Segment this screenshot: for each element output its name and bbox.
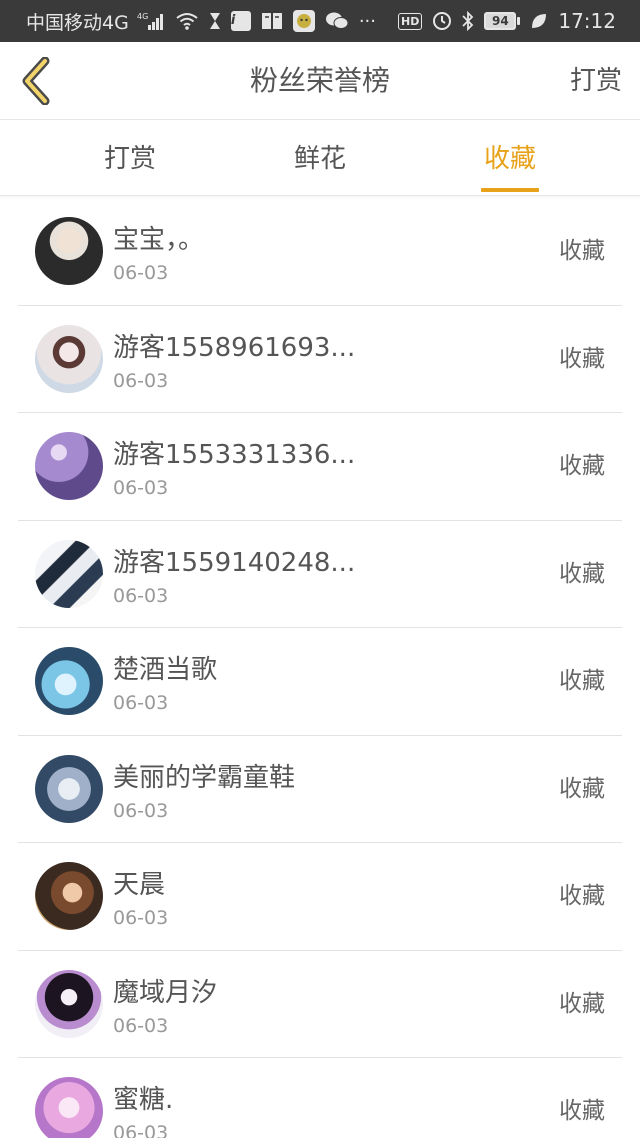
tab-favorites[interactable]: 收藏: [450, 121, 570, 196]
tab-label: 鲜花: [293, 144, 346, 174]
bluetooth-icon: [462, 11, 474, 31]
fan-date: 06-03: [113, 262, 169, 284]
fan-name: 宝宝，。: [113, 225, 205, 255]
more-icon: ···: [358, 10, 376, 32]
wifi-icon: [175, 11, 199, 31]
fan-name: 楚酒当歌: [113, 655, 218, 685]
fan-name: 游客1559140248...: [113, 547, 356, 578]
hd-icon: HD: [398, 12, 423, 30]
page-title: 粉丝荣誉榜: [249, 64, 390, 97]
chat-app-icon: [292, 10, 315, 32]
fan-date: 06-03: [113, 1014, 169, 1037]
fan-name: 游客1558961693...: [113, 332, 356, 363]
active-tab-indicator: [481, 188, 539, 192]
fan-date: 06-03: [113, 907, 169, 929]
title-bar: 粉丝荣誉榜 打赏: [0, 42, 640, 120]
fan-action-type: 收藏: [559, 668, 605, 694]
hourglass-icon: [209, 12, 221, 30]
fan-date: 06-03: [113, 1122, 169, 1138]
fan-action-type: 收藏: [559, 883, 605, 909]
fan-action-type: 收藏: [559, 560, 605, 587]
fan-name: 天晨: [113, 870, 166, 900]
fan-date: 06-03: [113, 477, 169, 499]
list-item[interactable]: 游客1558961693... 06-03 收藏: [18, 306, 622, 413]
fan-date: 06-03: [113, 692, 169, 714]
fan-action-type: 收藏: [559, 775, 605, 802]
fan-date: 06-03: [113, 584, 169, 607]
fan-action-type: 收藏: [559, 345, 605, 372]
info-icon: i: [230, 11, 251, 31]
list-item[interactable]: 天晨 06-03 收藏: [18, 843, 622, 951]
avatar: [35, 969, 103, 1038]
fan-action-type: 收藏: [559, 453, 605, 479]
reward-action-button[interactable]: 打赏: [570, 42, 622, 120]
battery-level: 94: [484, 12, 517, 30]
book-icon: [261, 11, 283, 31]
tab-label: 打赏: [103, 144, 156, 174]
fan-name: 游客1553331336...: [113, 440, 356, 470]
status-bar: 中国移动4G 4G i ··· HD 94 17:12: [0, 0, 640, 42]
avatar: [35, 432, 103, 500]
fan-date: 06-03: [113, 369, 169, 392]
svg-text:4G: 4G: [137, 12, 148, 21]
list-item[interactable]: 宝宝，。 06-03 收藏: [18, 198, 622, 306]
list-item[interactable]: 蜜糖. 06-03 收藏: [18, 1058, 622, 1138]
avatar: [35, 754, 103, 823]
fan-action-type: 收藏: [559, 1098, 605, 1124]
avatar: [35, 539, 103, 608]
list-item[interactable]: 游客1559140248... 06-03 收藏: [18, 521, 622, 628]
signal-icon: 4G: [137, 11, 165, 31]
tab-flowers[interactable]: 鲜花: [260, 121, 380, 196]
tab-bar: 打赏 鲜花 收藏: [0, 121, 640, 196]
battery-icon: 94: [484, 12, 521, 30]
avatar: [35, 862, 103, 930]
avatar: [35, 217, 103, 285]
fan-name: 蜜糖.: [113, 1085, 174, 1115]
carrier-label: 中国移动4G: [26, 11, 129, 34]
avatar: [35, 1077, 103, 1138]
avatar: [35, 647, 103, 715]
list-item[interactable]: 游客1553331336... 06-03 收藏: [18, 413, 622, 521]
fan-list: 宝宝，。 06-03 收藏 游客1558961693... 06-03 收藏 游…: [18, 198, 622, 1138]
fan-action-type: 收藏: [559, 990, 605, 1017]
tab-reward[interactable]: 打赏: [70, 121, 190, 196]
list-item[interactable]: 魔域月汐 06-03 收藏: [18, 951, 622, 1058]
fan-name: 美丽的学霸童鞋: [113, 762, 296, 793]
fan-name: 魔域月汐: [113, 977, 218, 1008]
wechat-icon: [325, 11, 349, 31]
tab-label: 收藏: [483, 144, 536, 174]
alarm-icon: [432, 11, 452, 31]
fan-action-type: 收藏: [559, 238, 605, 264]
fan-date: 06-03: [113, 799, 169, 822]
clock-time: 17:12: [558, 9, 616, 33]
list-item[interactable]: 楚酒当歌 06-03 收藏: [18, 628, 622, 736]
avatar: [35, 324, 103, 393]
list-item[interactable]: 美丽的学霸童鞋 06-03 收藏: [18, 736, 622, 843]
leaf-icon: [530, 12, 548, 30]
